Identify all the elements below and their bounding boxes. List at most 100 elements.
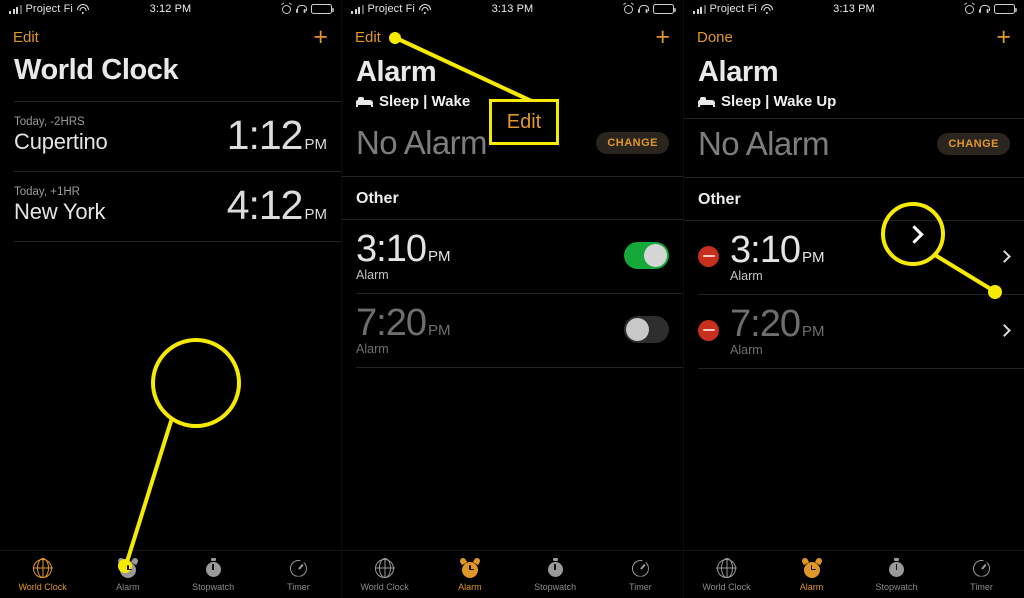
timer-icon — [971, 558, 992, 579]
tab-stopwatch[interactable]: Stopwatch — [854, 558, 939, 592]
alarm-time-value: 3:10 — [730, 229, 801, 271]
tab-bar: World Clock Alarm Stopwatch Timer — [0, 550, 341, 598]
chevron-right-icon[interactable] — [999, 325, 1010, 336]
no-alarm-row: No Alarm CHANGE — [342, 118, 683, 176]
signal-bars-icon — [693, 4, 706, 14]
alarm-row[interactable]: 7:20 PM Alarm — [342, 294, 683, 367]
alarm-time-value: 7:20 — [356, 302, 427, 344]
alarm-status-icon — [624, 4, 633, 14]
stopwatch-icon — [203, 558, 224, 579]
edit-button[interactable]: Edit — [355, 29, 381, 46]
tab-label: World Clock — [360, 581, 409, 592]
tab-label: Timer — [629, 581, 652, 592]
sleep-wake-header[interactable]: Sleep | Wake Up — [684, 89, 1024, 118]
tab-alarm[interactable]: Alarm — [85, 558, 170, 592]
tab-stopwatch[interactable]: Stopwatch — [171, 558, 256, 592]
tab-label: Stopwatch — [534, 581, 577, 592]
tab-label: World Clock — [18, 581, 67, 592]
carrier-label: Project Fi — [367, 3, 415, 15]
status-bar: Project Fi 3:13 PM — [342, 0, 683, 18]
nav-bar: Edit + — [0, 18, 341, 56]
signal-bars-icon — [9, 4, 22, 14]
alarm-clock-icon — [801, 558, 822, 579]
alarm-meridiem: PM — [427, 322, 451, 339]
alarm-time: 3:10 PM — [730, 229, 988, 272]
alarm-info: 3:10 PM Alarm — [356, 228, 613, 282]
tab-bar: World Clock Alarm Stopwatch Timer — [342, 550, 683, 598]
stopwatch-icon — [886, 558, 907, 579]
sleep-wake-header[interactable]: Sleep | Wake — [342, 89, 683, 118]
delete-icon[interactable] — [698, 319, 719, 341]
section-header-other: Other — [698, 191, 741, 208]
no-alarm-text: No Alarm — [698, 125, 830, 162]
no-alarm-row: No Alarm CHANGE — [684, 119, 1024, 177]
tab-label: Timer — [287, 581, 310, 592]
panel-alarm-edit: Project Fi 3:13 PM Done + Alarm Sleep | … — [684, 0, 1024, 598]
battery-icon — [311, 4, 334, 14]
status-right — [624, 4, 676, 14]
clock-offset: Today, +1HR — [14, 186, 80, 198]
alarm-status-icon — [965, 4, 974, 14]
tab-label: Alarm — [116, 581, 140, 592]
tab-label: Alarm — [458, 581, 482, 592]
page-title: Alarm — [356, 56, 437, 88]
alarm-toggle[interactable] — [624, 241, 669, 269]
wifi-icon — [760, 4, 773, 14]
tab-label: Stopwatch — [192, 581, 235, 592]
tab-label: Alarm — [799, 581, 824, 592]
tab-alarm[interactable]: Alarm — [427, 558, 512, 592]
tab-alarm[interactable]: Alarm — [769, 558, 854, 592]
change-button[interactable]: CHANGE — [596, 132, 669, 154]
globe-icon — [374, 557, 395, 579]
add-alarm-button[interactable]: + — [996, 24, 1011, 50]
clock-time-value: 4:12 — [226, 182, 304, 228]
sleep-wake-label: Sleep | Wake — [379, 93, 471, 110]
tab-timer[interactable]: Timer — [939, 558, 1024, 592]
list-item[interactable]: Today, +1HR New York 4:12 PM — [0, 172, 341, 241]
clock-meridiem: PM — [304, 206, 328, 223]
tab-timer[interactable]: Timer — [256, 558, 341, 592]
add-alarm-button[interactable]: + — [655, 24, 670, 50]
change-button[interactable]: CHANGE — [937, 133, 1010, 155]
alarm-status-icon — [282, 4, 291, 14]
alarm-info: 7:20 PM Alarm — [356, 302, 613, 356]
tab-timer[interactable]: Timer — [598, 558, 683, 592]
tab-stopwatch[interactable]: Stopwatch — [513, 558, 598, 592]
clock-time-value: 1:12 — [226, 112, 304, 158]
divider — [698, 368, 1024, 369]
list-item[interactable]: Today, -2HRS Cupertino 1:12 PM — [0, 102, 341, 171]
wifi-icon — [76, 4, 89, 14]
alarm-meridiem: PM — [801, 249, 825, 266]
done-button[interactable]: Done — [697, 29, 733, 46]
sleep-wake-label: Sleep | Wake Up — [721, 93, 837, 110]
tab-world-clock[interactable]: World Clock — [342, 557, 427, 592]
alarm-row[interactable]: 3:10 PM Alarm — [342, 220, 683, 293]
panel-world-clock: Project Fi 3:12 PM Edit + World Clock To… — [0, 0, 341, 598]
tab-world-clock[interactable]: World Clock — [0, 557, 85, 592]
clock-meridiem: PM — [304, 136, 328, 153]
alarm-time-value: 7:20 — [730, 303, 801, 345]
divider — [14, 241, 341, 242]
status-right — [965, 4, 1017, 14]
carrier-label: Project Fi — [25, 3, 73, 15]
alarm-toggle[interactable] — [624, 315, 669, 343]
timer-icon — [288, 558, 309, 579]
panel-alarm-list: Project Fi 3:13 PM Edit + Alarm Sleep | … — [341, 0, 684, 598]
alarm-row[interactable]: 7:20 PM Alarm — [684, 295, 1024, 368]
tab-world-clock[interactable]: World Clock — [684, 557, 769, 592]
alarm-time: 3:10 PM — [356, 228, 613, 271]
alarm-meridiem: PM — [427, 248, 451, 265]
page-title: World Clock — [14, 54, 179, 86]
add-button[interactable]: + — [313, 24, 328, 50]
chevron-right-icon[interactable] — [999, 251, 1010, 262]
bed-icon — [698, 96, 715, 107]
alarm-time: 7:20 PM — [730, 303, 988, 346]
alarm-info: 3:10 PM Alarm — [730, 229, 988, 283]
no-alarm-text: No Alarm — [356, 124, 488, 161]
bed-icon — [356, 96, 373, 107]
alarm-row[interactable]: 3:10 PM Alarm — [684, 221, 1024, 294]
edit-button[interactable]: Edit — [13, 29, 39, 46]
delete-icon[interactable] — [698, 245, 719, 267]
status-bar: Project Fi 3:12 PM — [0, 0, 341, 18]
globe-icon — [32, 557, 53, 579]
